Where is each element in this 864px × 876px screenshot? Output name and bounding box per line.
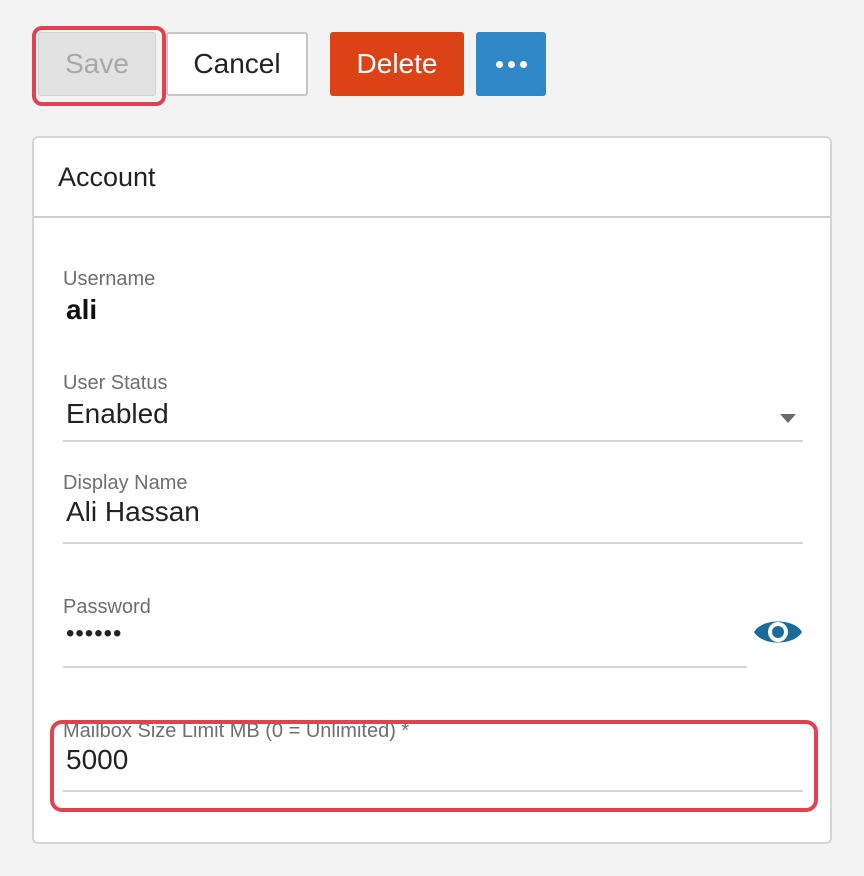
user-status-value: Enabled xyxy=(66,398,169,429)
mailbox-size-limit-label: Mailbox Size Limit MB (0 = Unlimited) * xyxy=(63,720,410,742)
mailbox-size-limit-underline xyxy=(63,790,803,792)
user-status-underline xyxy=(63,440,803,442)
password-value: •••••• xyxy=(66,620,123,647)
display-name-label: Display Name xyxy=(63,472,188,494)
password-label: Password xyxy=(63,596,151,618)
account-card-title: Account xyxy=(34,138,830,218)
user-status-label: User Status xyxy=(63,372,168,394)
display-name-value: Ali Hassan xyxy=(66,496,200,527)
display-name-underline xyxy=(63,542,803,544)
chevron-down-icon xyxy=(780,414,796,423)
mailbox-size-limit-value: 5000 xyxy=(66,744,129,775)
ellipsis-icon xyxy=(495,60,527,68)
eye-icon[interactable] xyxy=(752,614,804,650)
password-underline xyxy=(63,666,747,668)
cancel-button[interactable]: Cancel xyxy=(166,32,308,96)
username-label: Username xyxy=(63,268,156,290)
username-value: ali xyxy=(66,294,98,325)
more-actions-button[interactable] xyxy=(476,32,546,96)
save-button[interactable]: Save xyxy=(38,32,156,96)
delete-button[interactable]: Delete xyxy=(330,32,464,96)
account-card: Account Username ali User Status Enabled… xyxy=(32,136,832,844)
